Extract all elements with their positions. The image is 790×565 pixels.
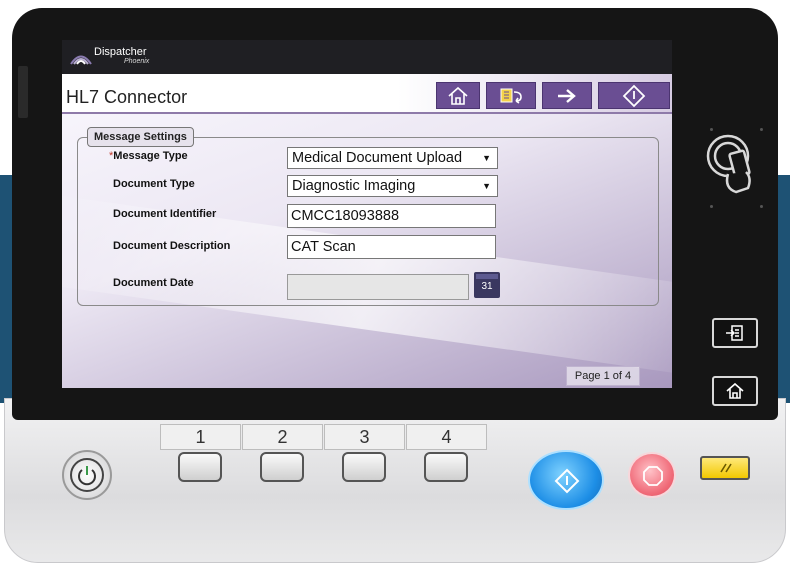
page-indicator: Page 1 of 4	[566, 366, 640, 386]
next-button[interactable]	[542, 82, 592, 109]
dropdown-caret-icon: ▼	[482, 181, 491, 191]
calendar-icon[interactable]: 31	[474, 272, 500, 298]
home-hardware-key[interactable]	[712, 376, 758, 406]
message-type-value: Medical Document Upload	[292, 150, 463, 166]
arrow-right-icon	[558, 88, 576, 103]
register-key-1[interactable]	[178, 452, 222, 482]
id-card-icon	[726, 325, 743, 341]
message-settings-title: Message Settings	[87, 127, 194, 147]
logo-bar: Dispatcher Phoenix	[62, 40, 672, 74]
register-key-3[interactable]	[342, 452, 386, 482]
brand-name: Dispatcher	[94, 46, 147, 58]
stop-octagon-icon	[643, 466, 663, 486]
touch-screen: Dispatcher Phoenix HL7 Connector Message…	[62, 40, 672, 388]
dropdown-caret-icon: ▼	[482, 153, 491, 163]
page-title: HL7 Connector	[66, 87, 188, 107]
calendar-day: 31	[481, 281, 493, 292]
number-tab-3: 3	[324, 424, 405, 450]
register-key-4[interactable]	[424, 452, 468, 482]
power-icon	[70, 458, 104, 492]
power-leaf-icon	[78, 466, 96, 486]
nfc-reader-icon	[706, 134, 751, 194]
document-type-value: Diagnostic Imaging	[292, 178, 416, 194]
brand-subtitle: Phoenix	[124, 58, 150, 65]
document-date-field[interactable]	[287, 274, 469, 300]
home-icon	[726, 382, 744, 399]
start-diamond-icon	[554, 468, 580, 494]
message-type-label: *Message Type	[109, 150, 188, 162]
reset-key[interactable]	[700, 456, 750, 480]
title-bar: HL7 Connector	[62, 74, 672, 114]
number-tab-1: 1	[160, 424, 241, 450]
number-tab-4: 4	[406, 424, 487, 450]
document-identifier-label: Document Identifier	[113, 208, 217, 220]
message-settings-group: Message Settings *Message Type Medical D…	[77, 127, 659, 306]
dispatcher-logo-icon	[70, 55, 92, 65]
document-date-label: Document Date	[113, 277, 194, 289]
register-key-2[interactable]	[260, 452, 304, 482]
message-type-select[interactable]: Medical Document Upload ▼	[287, 147, 498, 169]
start-diamond-icon	[622, 84, 646, 107]
bezel-side-tab	[18, 66, 28, 118]
back-icon	[500, 88, 522, 104]
stop-key[interactable]	[628, 452, 676, 498]
home-icon	[448, 86, 468, 105]
document-identifier-field[interactable]: CMCC18093888	[287, 204, 496, 228]
back-button[interactable]	[486, 82, 536, 109]
document-type-label: Document Type	[113, 178, 195, 190]
reset-slash-icon	[720, 463, 732, 473]
home-button[interactable]	[436, 82, 480, 109]
id-card-key[interactable]	[712, 318, 758, 348]
document-description-label: Document Description	[113, 240, 231, 252]
start-button[interactable]	[598, 82, 670, 109]
document-description-field[interactable]: CAT Scan	[287, 235, 496, 259]
power-button[interactable]	[62, 450, 112, 500]
calendar-header	[476, 274, 498, 279]
sensor-dot	[710, 205, 713, 208]
document-type-select[interactable]: Diagnostic Imaging ▼	[287, 175, 498, 197]
sensor-dot	[760, 205, 763, 208]
number-tab-2: 2	[242, 424, 323, 450]
start-key[interactable]	[528, 450, 604, 510]
